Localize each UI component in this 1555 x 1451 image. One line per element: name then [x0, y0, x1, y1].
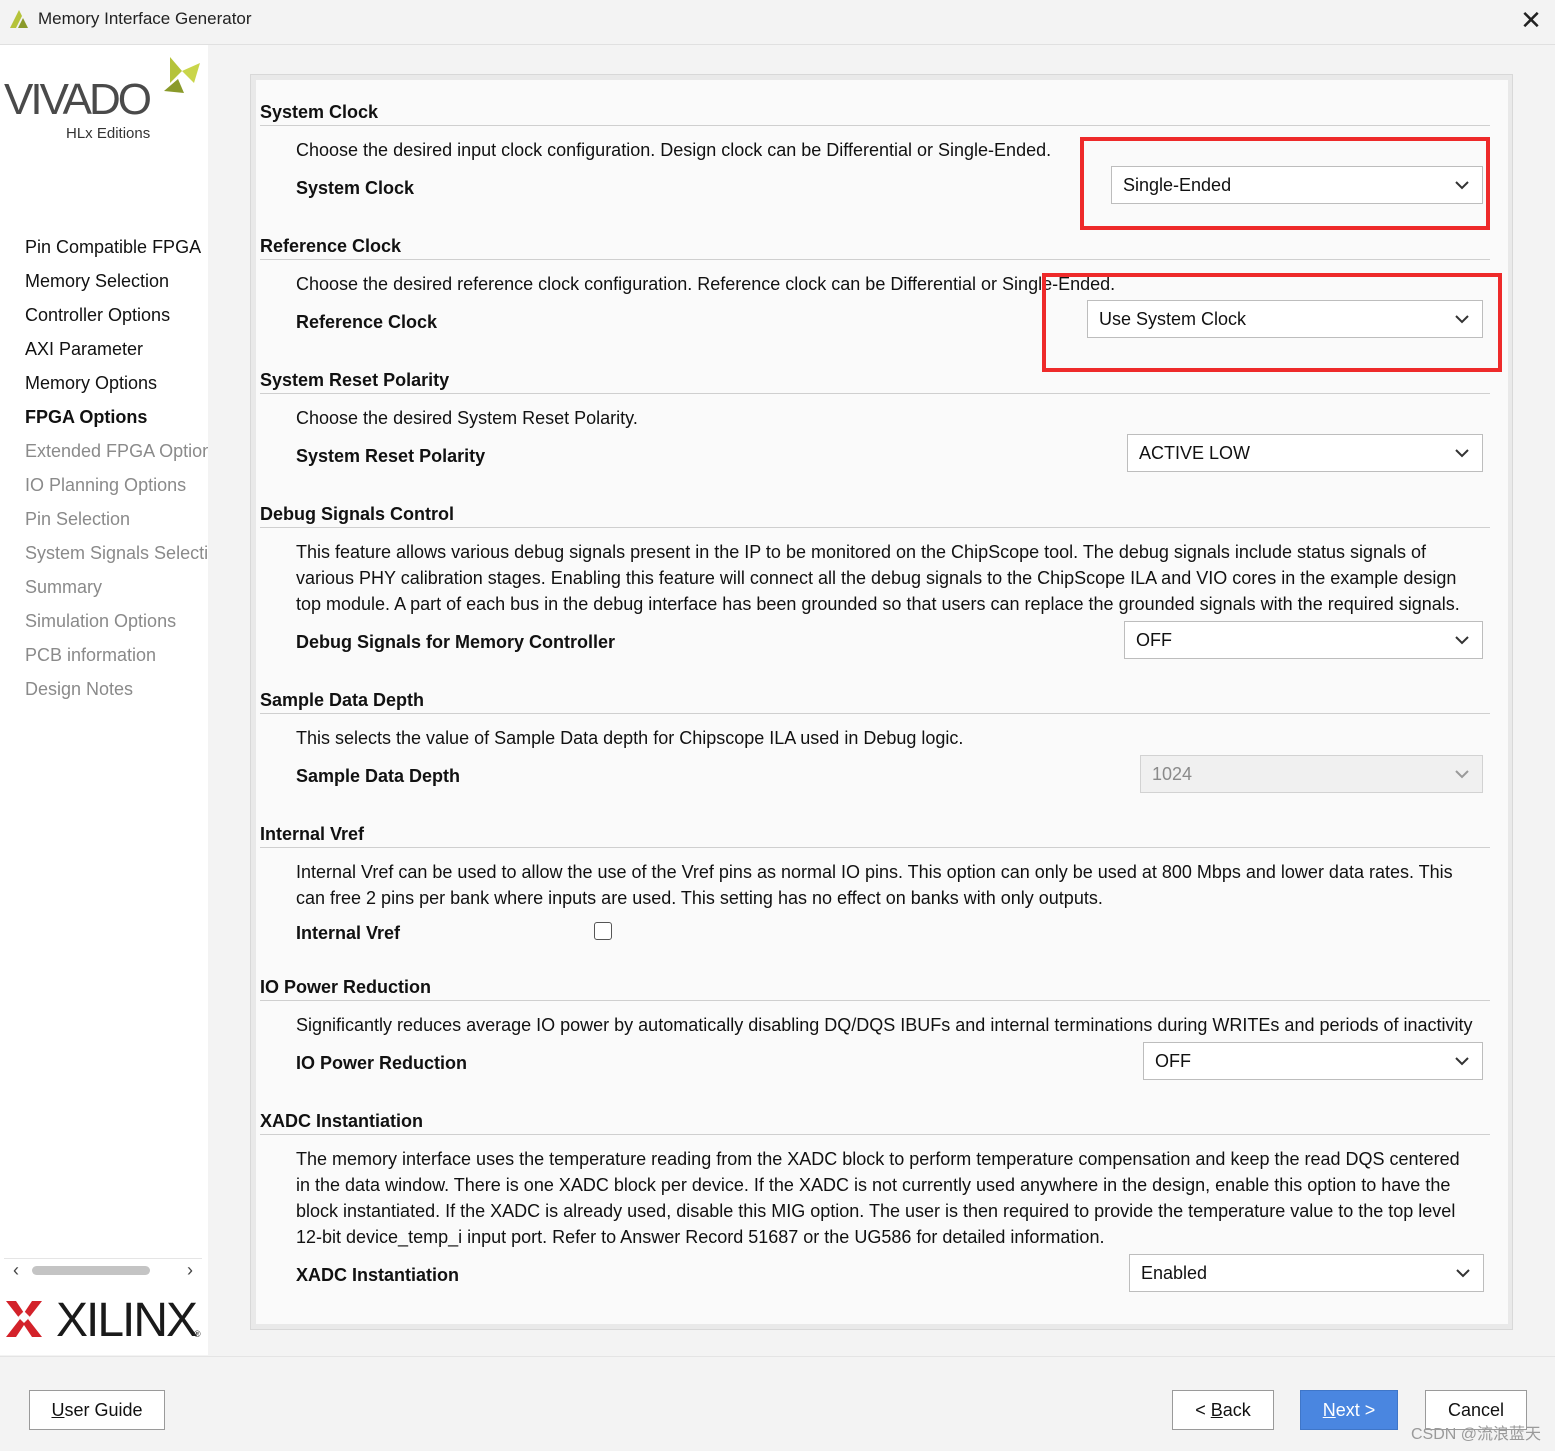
edition-label: HLx Editions	[66, 125, 151, 142]
title-bar: Memory Interface Generator ✕	[0, 0, 1555, 45]
chevron-down-icon	[1455, 770, 1469, 779]
user-guide-button[interactable]: User Guide	[29, 1390, 165, 1430]
section-divider	[260, 125, 1490, 126]
step-design-notes: Design Notes	[25, 679, 134, 699]
debug-signals-label: Debug Signals for Memory Controller	[296, 632, 616, 652]
reset-polarity-description: Choose the desired System Reset Polarity…	[296, 408, 638, 428]
window-title: Memory Interface Generator	[38, 9, 252, 28]
step-pcb-information: PCB information	[25, 645, 157, 665]
section-title-xadc: XADC Instantiation	[260, 1111, 424, 1131]
chevron-down-icon	[1455, 449, 1469, 458]
section-title-io-power-reduction: IO Power Reduction	[260, 977, 432, 997]
scroll-thumb[interactable]	[32, 1266, 150, 1275]
step-summary: Summary	[25, 577, 103, 597]
chevron-down-icon	[1456, 1269, 1470, 1278]
vivado-brand: VIVADO	[4, 75, 152, 124]
debug-signals-dropdown[interactable]: OFF	[1124, 621, 1483, 659]
wizard-footer: User Guide < Back Next > Cancel	[0, 1356, 1555, 1451]
reset-polarity-value: ACTIVE LOW	[1139, 443, 1251, 463]
step-controller-options[interactable]: Controller Options	[25, 298, 208, 332]
reference-clock-label: Reference Clock	[296, 312, 438, 332]
section-title-sample-data-depth: Sample Data Depth	[260, 690, 425, 710]
system-clock-value: Single-Ended	[1123, 175, 1232, 195]
sample-data-depth-label: Sample Data Depth	[296, 766, 461, 786]
vivado-logo: VIVADO HLx Editions	[4, 53, 204, 143]
io-power-label: IO Power Reduction	[296, 1053, 468, 1073]
close-button[interactable]: ✕	[1513, 4, 1549, 36]
section-title-reset-polarity: System Reset Polarity	[260, 370, 450, 390]
section-divider	[260, 847, 1490, 848]
io-power-dropdown[interactable]: OFF	[1143, 1042, 1483, 1080]
internal-vref-description: Internal Vref can be used to allow the u…	[296, 862, 1453, 908]
internal-vref-label: Internal Vref	[296, 923, 401, 943]
step-memory-selection[interactable]: Memory Selection	[25, 264, 208, 298]
registered-mark: ®	[194, 1329, 201, 1339]
xilinx-logo: XILINX ®	[4, 1293, 204, 1347]
chevron-down-icon	[1455, 315, 1469, 324]
chevron-down-icon	[1455, 636, 1469, 645]
io-power-value: OFF	[1155, 1051, 1191, 1071]
step-simulation-options: Simulation Options	[25, 611, 177, 631]
internal-vref-checkbox[interactable]	[594, 922, 612, 940]
back-button[interactable]: < Back	[1172, 1390, 1274, 1430]
xadc-dropdown[interactable]: Enabled	[1129, 1254, 1484, 1292]
scroll-left-icon[interactable]: ‹	[6, 1259, 26, 1281]
sidebar: VIVADO HLx Editions Pin Compatible FPGA …	[0, 45, 208, 1355]
sample-data-depth-description: This selects the value of Sample Data de…	[296, 728, 964, 748]
section-divider	[260, 259, 1490, 260]
section-divider	[260, 527, 1490, 528]
scroll-right-icon[interactable]: ›	[180, 1259, 200, 1281]
xilinx-x-icon	[6, 1301, 42, 1337]
chevron-down-icon	[1455, 1057, 1469, 1066]
system-clock-label: System Clock	[296, 178, 415, 198]
step-io-planning-options: IO Planning Options	[25, 475, 187, 495]
xadc-value: Enabled	[1141, 1263, 1208, 1283]
step-extended-fpga-options: Extended FPGA Options	[25, 441, 208, 461]
debug-signals-value: OFF	[1136, 630, 1172, 650]
section-divider	[260, 713, 1490, 714]
watermark: CSDN @流浪蓝天	[1410, 1426, 1541, 1443]
step-memory-options[interactable]: Memory Options	[25, 366, 208, 400]
section-title-reference-clock: Reference Clock	[260, 236, 402, 256]
reference-clock-value: Use System Clock	[1099, 309, 1247, 329]
next-button[interactable]: Next >	[1300, 1390, 1398, 1430]
section-title-system-clock: System Clock	[260, 102, 379, 122]
debug-signals-description: This feature allows various debug signal…	[296, 542, 1460, 614]
section-divider	[260, 1000, 1490, 1001]
step-fpga-options[interactable]: FPGA Options	[25, 400, 208, 434]
step-pin-compatible-fpga[interactable]: Pin Compatible FPGA	[25, 230, 208, 264]
vivado-app-icon	[10, 10, 28, 28]
wizard-steps: Pin Compatible FPGA Memory Selection Con…	[25, 230, 208, 706]
step-system-signals-selection: System Signals Selection	[25, 543, 208, 563]
sample-data-depth-value: 1024	[1152, 764, 1193, 784]
system-clock-description: Choose the desired input clock configura…	[296, 140, 1052, 160]
reset-polarity-label: System Reset Polarity	[296, 446, 486, 466]
section-divider	[260, 1134, 1490, 1135]
xadc-label: XADC Instantiation	[296, 1265, 460, 1285]
vivado-leaf-icon	[164, 57, 200, 93]
fpga-options-panel: System Clock Choose the desired input cl…	[256, 80, 1508, 1324]
io-power-description: Significantly reduces average IO power b…	[296, 1015, 1473, 1035]
sidebar-horizontal-scrollbar[interactable]: ‹ ›	[4, 1258, 202, 1281]
section-title-internal-vref: Internal Vref	[260, 824, 365, 844]
section-divider	[260, 393, 1490, 394]
xadc-description: The memory interface uses the temperatur…	[296, 1149, 1460, 1247]
step-pin-selection: Pin Selection	[25, 509, 131, 529]
reset-polarity-dropdown[interactable]: ACTIVE LOW	[1127, 434, 1483, 472]
reference-clock-dropdown[interactable]: Use System Clock	[1087, 300, 1483, 338]
section-title-debug-signals: Debug Signals Control	[260, 504, 455, 524]
system-clock-dropdown[interactable]: Single-Ended	[1111, 166, 1483, 204]
chevron-down-icon	[1455, 181, 1469, 190]
reference-clock-description: Choose the desired reference clock confi…	[296, 274, 1116, 294]
xilinx-brand: XILINX	[56, 1294, 198, 1347]
close-icon: ✕	[1520, 5, 1542, 35]
sample-data-depth-dropdown: 1024	[1140, 755, 1483, 793]
step-axi-parameter[interactable]: AXI Parameter	[25, 332, 208, 366]
